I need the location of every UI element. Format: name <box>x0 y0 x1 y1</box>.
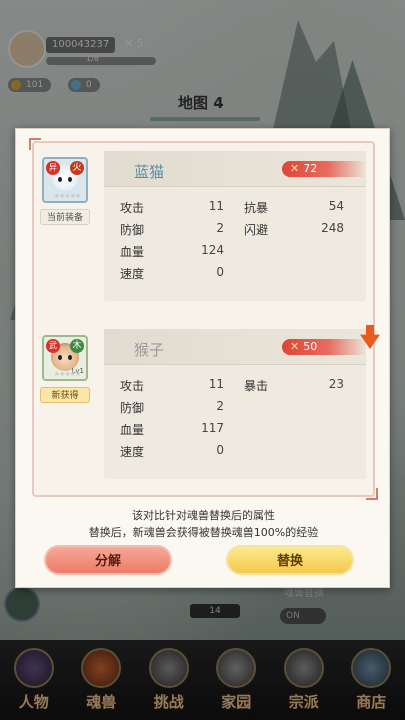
rank-badge: 武 <box>46 339 60 353</box>
stat-label: 抗暴 <box>244 201 269 215</box>
beast-name: 猴子 <box>134 341 165 359</box>
rank-badge: 异 <box>46 161 60 175</box>
power-badge: ✕ 50 <box>282 339 366 355</box>
element-badge: 木 <box>70 339 84 353</box>
star-rating: ★★★★★ <box>53 370 81 378</box>
stat-label: 血量 <box>120 245 145 259</box>
element-badge: 火 <box>70 161 84 175</box>
new-beast-card: 武 木 Lv1 ★★★★★ 新获得 猴子 ✕50 攻击 11 防御 2 血量 <box>34 325 380 489</box>
stat-value: 2 <box>216 221 224 235</box>
name-row: 蓝猫 ✕ 72 <box>104 151 366 187</box>
current-beast-info: 蓝猫 ✕ 72 攻击 11 防御 2 血量 124 速度 0 抗暴 54 闪避 2… <box>104 151 366 301</box>
sword-icon: ✕ <box>290 340 300 353</box>
stat-value: 0 <box>216 265 224 279</box>
replace-button[interactable]: 替换 <box>226 545 354 575</box>
stat-label: 速度 <box>120 267 145 281</box>
stat-value: 2 <box>216 399 224 413</box>
stat-label: 血量 <box>120 423 145 437</box>
current-equip-tag: 当前装备 <box>40 209 90 225</box>
stat-label: 防御 <box>120 223 145 237</box>
power-value: 72 <box>303 162 318 175</box>
hint-line-2: 替换后，新魂兽会获得被替换魂兽100%的经验 <box>88 526 319 539</box>
stat-label: 闪避 <box>244 223 269 237</box>
compare-panel: 异 火 ★★★★★ 当前装备 蓝猫 ✕ 72 攻击 11 防御 2 血量 124 … <box>29 138 380 500</box>
star-rating: ★★★★★ <box>53 192 81 200</box>
stat-value: 248 <box>321 221 344 235</box>
stat-label: 攻击 <box>120 201 145 215</box>
beast-name: 蓝猫 <box>134 163 165 181</box>
current-beast-card: 异 火 ★★★★★ 当前装备 蓝猫 ✕ 72 攻击 11 防御 2 血量 124 … <box>34 151 377 311</box>
stat-label: 暴击 <box>244 379 269 393</box>
stat-label: 防御 <box>120 401 145 415</box>
stat-label: 速度 <box>120 445 145 459</box>
sword-icon: ✕ <box>290 162 300 175</box>
stat-value: 117 <box>201 421 224 435</box>
decompose-button[interactable]: 分解 <box>44 545 172 575</box>
name-row: 猴子 ✕ 50 <box>104 325 380 365</box>
replace-hint: 该对比针对魂兽替换后的属性 替换后，新魂兽会获得被替换魂兽100%的经验 <box>16 507 391 541</box>
power-badge: ✕ 72 <box>282 161 366 177</box>
stat-value: 54 <box>328 199 344 213</box>
stat-value: 23 <box>328 377 344 391</box>
stat-value: 0 <box>216 443 224 457</box>
new-beast-info: 猴子 ✕ 50 攻击 11 防御 2 血量 117 速度 0 暴击 23 <box>104 325 380 479</box>
stat-label: 攻击 <box>120 379 145 393</box>
stat-value: 11 <box>208 377 224 391</box>
new-beast-portrait[interactable]: 武 木 Lv1 ★★★★★ <box>42 335 88 381</box>
beast-compare-dialog: 异 火 ★★★★★ 当前装备 蓝猫 ✕ 72 攻击 11 防御 2 血量 124 … <box>15 128 390 588</box>
new-obtained-tag: 新获得 <box>40 387 90 403</box>
hint-line-1: 该对比针对魂兽替换后的属性 <box>132 509 275 522</box>
power-value: 50 <box>303 340 318 353</box>
current-beast-portrait[interactable]: 异 火 ★★★★★ <box>42 157 88 203</box>
stat-value: 124 <box>201 243 224 257</box>
stat-value: 11 <box>208 199 224 213</box>
